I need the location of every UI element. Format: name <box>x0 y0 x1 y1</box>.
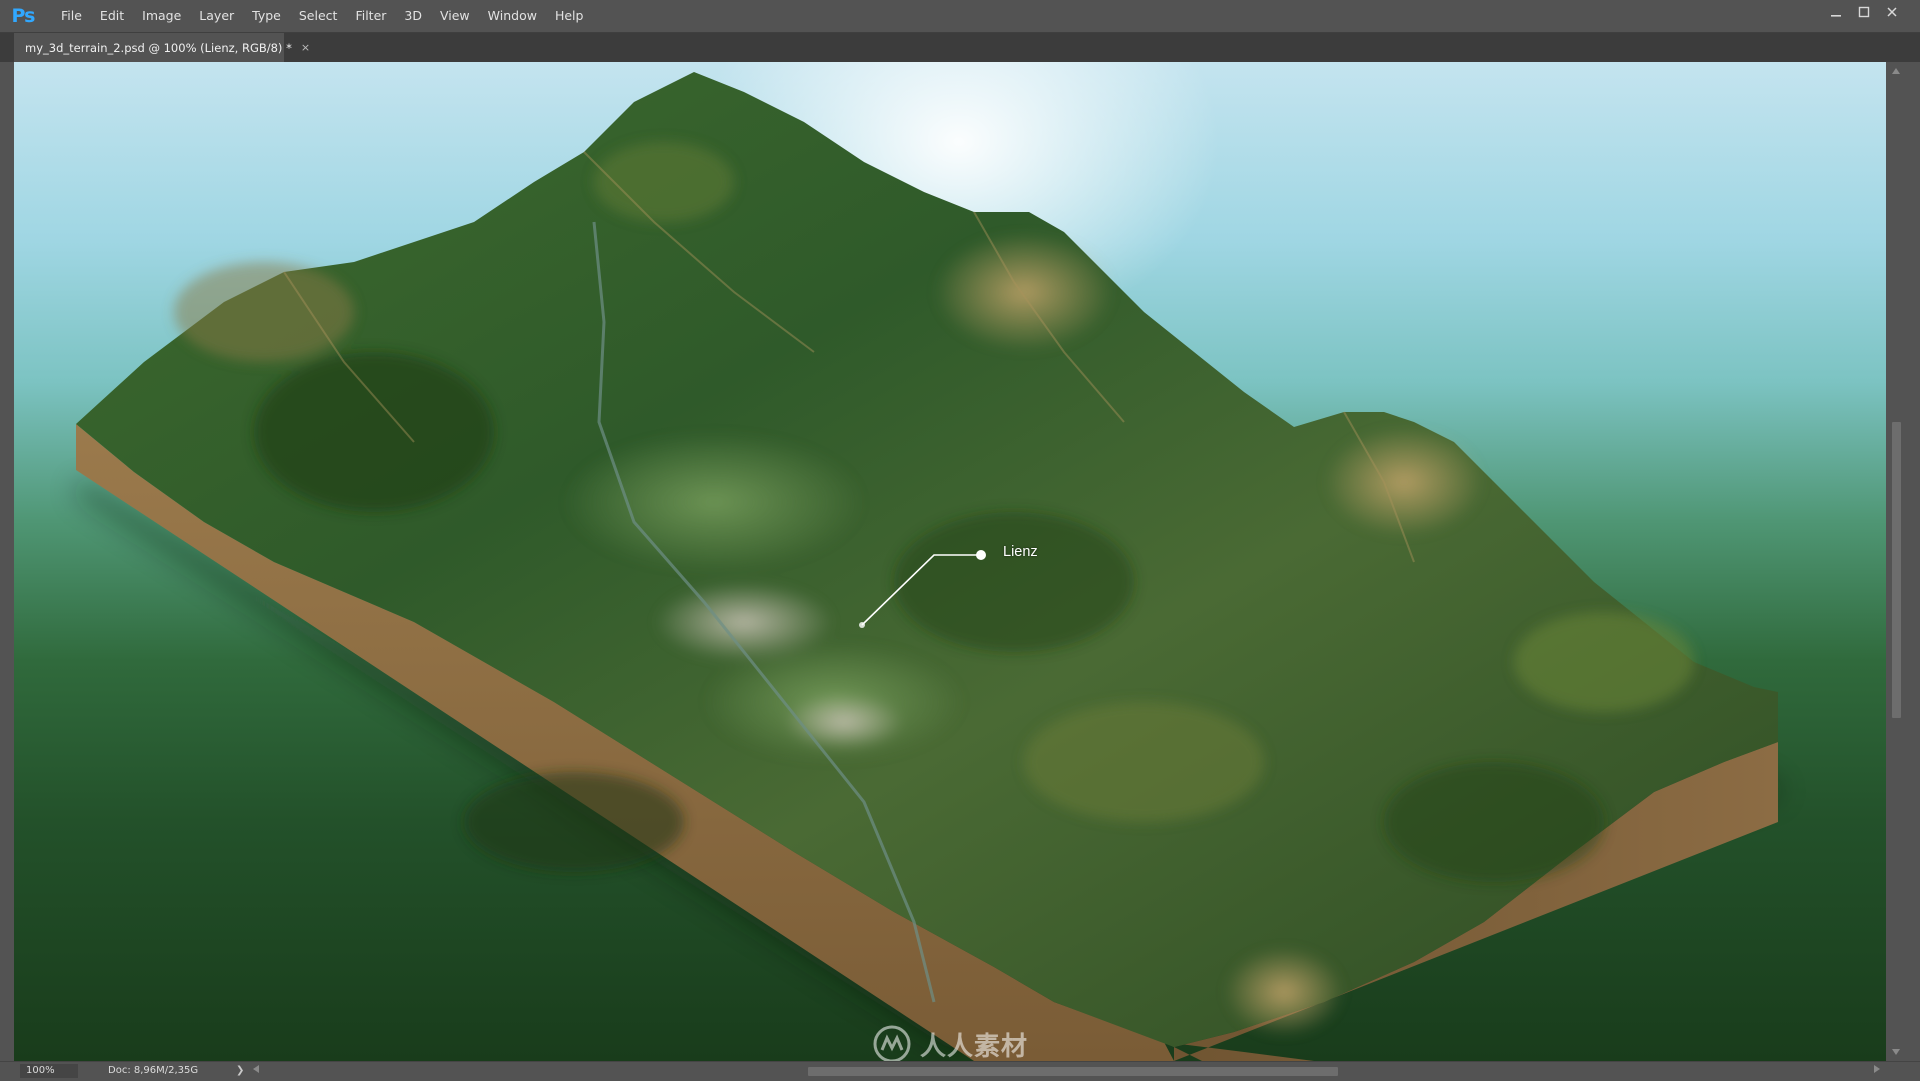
window-controls <box>1822 0 1906 24</box>
close-icon[interactable] <box>1878 0 1906 24</box>
scroll-right-icon[interactable] <box>1874 1064 1880 1078</box>
tab-close-icon[interactable]: × <box>301 41 310 54</box>
status-menu-arrow-icon[interactable]: ❯ <box>236 1064 244 1078</box>
maximize-icon[interactable] <box>1850 0 1878 24</box>
menu-help[interactable]: Help <box>546 0 593 32</box>
menu-image[interactable]: Image <box>133 0 190 32</box>
scroll-left-icon[interactable] <box>253 1064 259 1078</box>
menu-filter[interactable]: Filter <box>346 0 395 32</box>
menu-layer[interactable]: Layer <box>190 0 243 32</box>
horizontal-scroll-thumb[interactable] <box>808 1067 1338 1076</box>
document-tab[interactable]: my_3d_terrain_2.psd @ 100% (Lienz, RGB/8… <box>14 33 310 62</box>
location-label: Lienz <box>1003 544 1038 560</box>
status-bar: 100% Doc: 8,96M/2,35G ❯ <box>0 1061 1920 1081</box>
document-canvas[interactable]: Lienz 人人素材 <box>14 62 1886 1061</box>
zoom-level-field[interactable]: 100% <box>20 1064 78 1078</box>
menu-type[interactable]: Type <box>243 0 290 32</box>
watermark-text: 人人素材 <box>920 1031 1029 1062</box>
menu-edit[interactable]: Edit <box>91 0 133 32</box>
menu-file[interactable]: File <box>52 0 91 32</box>
terrain-render <box>74 72 1784 1061</box>
document-tab-title: my_3d_terrain_2.psd @ 100% (Lienz, RGB/8… <box>25 40 292 55</box>
document-tab-bar: my_3d_terrain_2.psd @ 100% (Lienz, RGB/8… <box>0 33 1920 62</box>
menu-view[interactable]: View <box>431 0 479 32</box>
scroll-up-icon[interactable] <box>1886 64 1906 78</box>
scroll-down-icon[interactable] <box>1886 1045 1906 1059</box>
menu-select[interactable]: Select <box>290 0 347 32</box>
document-info: Doc: 8,96M/2,35G <box>108 1065 199 1076</box>
menu-3d[interactable]: 3D <box>395 0 431 32</box>
minimize-icon[interactable] <box>1822 0 1850 24</box>
vertical-scrollbar[interactable] <box>1886 62 1906 1061</box>
menu-bar: Ps File Edit Image Layer Type Select Fil… <box>0 0 1920 33</box>
menu-window[interactable]: Window <box>479 0 546 32</box>
watermark: 人人素材 <box>872 1024 1028 1061</box>
watermark-logo-icon <box>873 1025 911 1061</box>
vertical-scroll-thumb[interactable] <box>1892 422 1901 718</box>
photoshop-logo-icon: Ps <box>11 5 36 27</box>
